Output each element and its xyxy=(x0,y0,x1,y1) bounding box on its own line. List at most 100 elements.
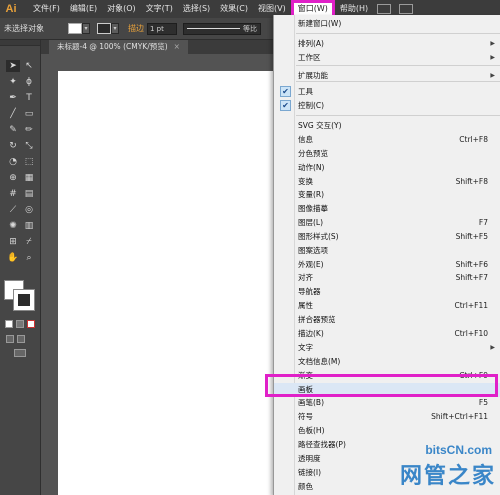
window-menu-item[interactable]: 画笔(B) F5 xyxy=(274,396,500,410)
artboard[interactable] xyxy=(58,71,273,495)
close-icon[interactable]: × xyxy=(174,42,180,51)
window-menu-item[interactable]: 文字 ▶ xyxy=(274,341,500,355)
scale-icon[interactable]: ⤡ xyxy=(22,140,36,152)
window-menu-item[interactable]: 图像描摹 xyxy=(274,202,500,216)
window-menu-item[interactable]: 符号 Shift+Ctrl+F11 xyxy=(274,410,500,424)
eyedropper-icon[interactable]: ⟋ xyxy=(6,204,20,216)
pencil-icon[interactable]: ✏ xyxy=(22,124,36,136)
free-transform-icon[interactable]: ⬚ xyxy=(22,156,36,168)
window-menu-item[interactable]: 变换 Shift+F8 xyxy=(274,175,500,189)
stroke-label[interactable]: 描边 xyxy=(128,23,144,34)
stroke-profile-dropdown[interactable]: 等比 xyxy=(183,22,261,35)
window-menu-item-label: 控制(C) xyxy=(298,101,325,110)
window-menu-item[interactable]: 排列(A) ▶ xyxy=(274,37,500,51)
type-icon[interactable]: T xyxy=(22,92,36,104)
fill-dropdown[interactable]: ▾ xyxy=(82,23,90,34)
window-menu-item[interactable]: 新建窗口(W) xyxy=(274,17,500,31)
window-menu-item-label: 分色预览 xyxy=(298,149,328,158)
artboard-icon[interactable]: ⊞ xyxy=(6,236,20,248)
menu-file[interactable]: 文件(F) xyxy=(28,0,65,18)
stroke-color-box[interactable] xyxy=(13,289,35,311)
hand-icon[interactable]: ✋ xyxy=(6,252,20,264)
window-menu-item[interactable]: 图形样式(S) Shift+F5 xyxy=(274,230,500,244)
menu-edit[interactable]: 编辑(E) xyxy=(65,0,102,18)
window-menu-item[interactable]: 变量(R) xyxy=(274,188,500,202)
window-menu-item[interactable]: 分色预览 xyxy=(274,147,500,161)
stroke-swatch[interactable] xyxy=(97,23,111,34)
tools-panel-grip[interactable] xyxy=(0,40,40,46)
column-graph-icon[interactable]: ▥ xyxy=(22,220,36,232)
window-menu-item[interactable]: ✔ 控制(C) xyxy=(274,99,500,113)
rectangle-icon[interactable]: ▭ xyxy=(22,108,36,120)
slice-icon[interactable]: ⌿ xyxy=(22,236,36,248)
window-menu-item-label: 扩展功能 xyxy=(298,71,328,80)
paintbrush-icon[interactable]: ✎ xyxy=(6,124,20,136)
window-menu-item-label: 符号 xyxy=(298,412,313,421)
arrange-documents-icon[interactable] xyxy=(399,4,414,14)
window-menu-item-shortcut: Ctrl+F11 xyxy=(454,301,489,310)
window-menu-item[interactable]: 对齐 Shift+F7 xyxy=(274,271,500,285)
document-tab-strip: 未标题-4 @ 100% (CMYK/预览) × xyxy=(41,40,300,54)
window-menu-item[interactable]: 属性 Ctrl+F11 xyxy=(274,299,500,313)
window-menu-item[interactable]: SVG 交互(Y) xyxy=(274,119,500,133)
line-icon[interactable]: ╱ xyxy=(6,108,20,120)
window-menu-item[interactable]: 图案选项 xyxy=(274,244,500,258)
mesh-icon[interactable]: # xyxy=(6,188,20,200)
window-menu-item[interactable]: 信息 Ctrl+F8 xyxy=(274,133,500,147)
direct-selection-icon[interactable]: ↖ xyxy=(22,60,36,72)
magic-wand-icon[interactable]: ✦ xyxy=(6,76,20,88)
window-menu-item-label: 排列(A) xyxy=(298,39,324,48)
window-menu-item-label: 图层(L) xyxy=(298,218,324,227)
window-menu-item[interactable]: 色板(H) xyxy=(274,424,500,438)
warp-icon[interactable]: ◔ xyxy=(6,156,20,168)
zoom-icon[interactable]: ⌕ xyxy=(22,252,36,264)
window-menu-item[interactable]: 导航器 xyxy=(274,285,500,299)
window-menu-item[interactable]: 文档信息(M) xyxy=(274,355,500,369)
gradient-icon[interactable]: ▤ xyxy=(22,188,36,200)
window-menu-item[interactable]: 工作区 ▶ xyxy=(274,51,500,65)
pen-icon[interactable]: ✒ xyxy=(6,92,20,104)
fill-swatch[interactable] xyxy=(68,23,82,34)
selection-icon[interactable]: ➤ xyxy=(6,60,20,72)
canvas-area[interactable] xyxy=(41,54,273,495)
window-menu-item[interactable]: 动作(N) xyxy=(274,161,500,175)
watermark-url: bitsCN.com xyxy=(425,443,492,457)
none-mode-icon[interactable] xyxy=(27,320,35,328)
menu-object[interactable]: 对象(O) xyxy=(102,0,141,18)
window-menu-dropdown: 新建窗口(W) 排列(A) ▶ 工作区 ▶ 扩展功能 ▶ ✔ 工具 ✔ 控制(C) SVG 交互(Y)… xyxy=(273,15,500,495)
stroke-weight-field[interactable]: 1 pt xyxy=(147,22,177,35)
stroke-profile-label: 等比 xyxy=(243,24,257,33)
gradient-mode-icon[interactable] xyxy=(16,320,24,328)
document-tab[interactable]: 未标题-4 @ 100% (CMYK/预览) × xyxy=(49,40,188,54)
window-menu-item[interactable]: ✔ 工具 xyxy=(274,85,500,99)
menu-separator xyxy=(296,65,500,66)
draw-normal-icon[interactable] xyxy=(6,335,14,343)
window-menu-item[interactable]: 外观(E) Shift+F6 xyxy=(274,258,500,272)
window-menu-item-shortcut: F5 xyxy=(478,398,488,407)
rotate-icon[interactable]: ↻ xyxy=(6,140,20,152)
window-menu-item-shortcut: Shift+Ctrl+F11 xyxy=(431,412,488,421)
submenu-arrow-icon: ▶ xyxy=(490,54,495,61)
window-menu-item-label: 路径查找器(P) xyxy=(298,440,346,449)
shape-builder-icon[interactable]: ⊕ xyxy=(6,172,20,184)
menu-effect[interactable]: 效果(C) xyxy=(215,0,253,18)
menu-select[interactable]: 选择(S) xyxy=(178,0,215,18)
submenu-arrow-icon: ▶ xyxy=(490,344,495,351)
window-menu-item[interactable]: 描边(K) Ctrl+F10 xyxy=(274,327,500,341)
draw-behind-icon[interactable] xyxy=(17,335,25,343)
window-menu-item[interactable]: 图层(L) F7 xyxy=(274,216,500,230)
screen-mode-icon[interactable] xyxy=(14,349,26,357)
blend-icon[interactable]: ◎ xyxy=(22,204,36,216)
bridge-icon[interactable] xyxy=(377,4,392,14)
lasso-icon[interactable]: ϕ xyxy=(22,76,36,88)
stroke-dropdown[interactable]: ▾ xyxy=(111,23,119,34)
watermark: bitsCN.com 网管之家 xyxy=(358,440,500,495)
perspective-icon[interactable]: ▦ xyxy=(22,172,36,184)
window-menu-item-label: SVG 交互(Y) xyxy=(298,121,342,130)
symbol-sprayer-icon[interactable]: ✺ xyxy=(6,220,20,232)
menu-type[interactable]: 文字(T) xyxy=(141,0,178,18)
window-menu-item[interactable]: 拼合器预览 xyxy=(274,313,500,327)
window-menu-item-label: 色板(H) xyxy=(298,426,325,435)
color-mode-icon[interactable] xyxy=(5,320,13,328)
window-menu-item[interactable]: 扩展功能 ▶ xyxy=(274,69,500,83)
